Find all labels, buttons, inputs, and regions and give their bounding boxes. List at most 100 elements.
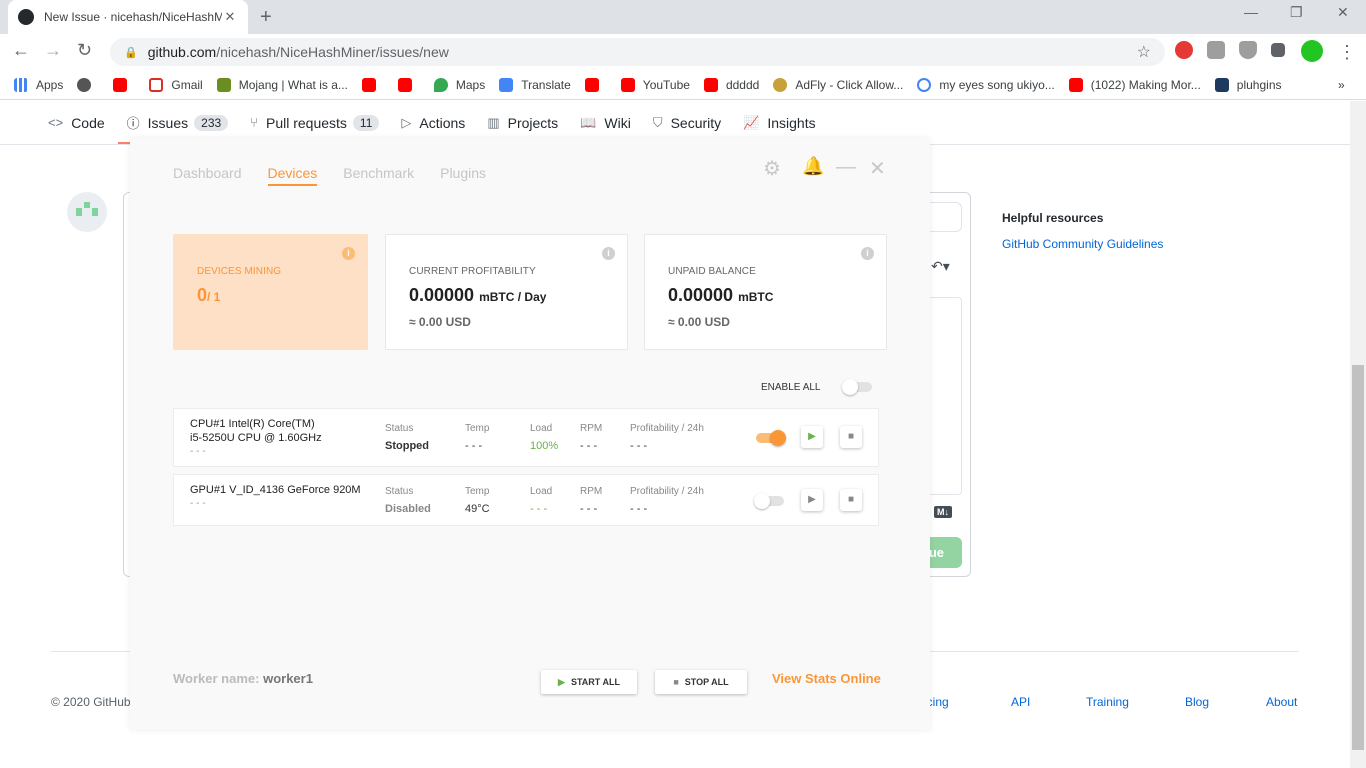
issues-counter: 233 bbox=[194, 114, 229, 131]
profitability-value: 0.00000 bbox=[409, 285, 475, 305]
start-all-button[interactable]: ▶ START ALL bbox=[541, 670, 637, 694]
nav-issues[interactable]: ⓘ Issues 233 bbox=[127, 113, 229, 132]
extension-icon[interactable] bbox=[1207, 41, 1225, 59]
user-avatar bbox=[67, 192, 107, 232]
forward-icon[interactable]: → bbox=[44, 40, 62, 61]
close-window-icon[interactable]: ✕ bbox=[1337, 4, 1349, 21]
device-enable-toggle[interactable] bbox=[754, 493, 784, 509]
device-row-gpu: GPU#1 V_ID_4136 GeForce 920M - - - Statu… bbox=[173, 474, 879, 526]
devices-mining-card: i DEVICES MINING 0/ 1 bbox=[173, 234, 368, 350]
nav-code[interactable]: <> Code bbox=[48, 115, 105, 131]
minimize-icon[interactable]: — bbox=[1244, 4, 1258, 20]
tab-benchmark[interactable]: Benchmark bbox=[343, 165, 414, 186]
reload-icon[interactable]: ↻ bbox=[77, 40, 92, 61]
worker-value: worker1 bbox=[263, 671, 313, 686]
close-window-icon[interactable]: ✕ bbox=[869, 156, 886, 181]
enable-all-toggle[interactable] bbox=[842, 379, 872, 395]
bookmark-ddddd[interactable]: ddddd bbox=[703, 77, 759, 92]
bookmark-google-search[interactable]: my eyes song ukiyo... bbox=[917, 77, 1055, 92]
nicehash-window: Dashboard Devices Benchmark Plugins ⚙ 🔔 … bbox=[130, 138, 930, 730]
bookmark-gmail[interactable]: Gmail bbox=[149, 77, 203, 92]
devices-mining-value: 0 bbox=[197, 285, 208, 305]
stop-device-button[interactable]: ■ bbox=[840, 426, 862, 448]
footer-link-training[interactable]: Training bbox=[1086, 695, 1129, 709]
nav-wiki[interactable]: 📖 Wiki bbox=[580, 115, 631, 131]
extensions-puzzle-icon[interactable] bbox=[1271, 43, 1285, 57]
close-tab-icon[interactable]: ✕ bbox=[222, 9, 238, 25]
load-value: 100% bbox=[530, 440, 559, 452]
temp-value: - - - bbox=[465, 440, 483, 452]
menu-icon[interactable]: ⋮ bbox=[1338, 42, 1356, 63]
info-icon[interactable]: i bbox=[342, 247, 355, 260]
new-tab-button[interactable]: + bbox=[260, 6, 272, 29]
cube-icon bbox=[1214, 77, 1229, 92]
status-col-label: Status bbox=[385, 486, 414, 497]
start-device-button[interactable]: ▶ bbox=[801, 489, 823, 511]
devices-mining-label: DEVICES MINING bbox=[197, 266, 282, 277]
footer-copyright: © 2020 GitHub bbox=[51, 695, 131, 709]
bookmark-pluhgins[interactable]: pluhgins bbox=[1214, 77, 1282, 92]
back-icon[interactable]: ← bbox=[12, 40, 30, 61]
unpaid-balance-card: i UNPAID BALANCE 0.00000 mBTC ≈ 0.00 USD bbox=[644, 234, 887, 350]
stop-all-button[interactable]: ■ STOP ALL bbox=[655, 670, 747, 694]
bookmark-youtube-2[interactable] bbox=[361, 77, 384, 92]
balance-unit: mBTC bbox=[738, 290, 774, 304]
youtube-icon bbox=[584, 77, 599, 92]
bookmark-globe[interactable] bbox=[77, 77, 99, 92]
bookmark-star-icon[interactable]: ☆ bbox=[1137, 42, 1151, 62]
adblock-extension-icon[interactable] bbox=[1175, 41, 1193, 59]
reply-dropdown-icon[interactable]: ↶▾ bbox=[931, 258, 950, 275]
footer-link-api[interactable]: API bbox=[1011, 695, 1030, 709]
device-row-cpu: CPU#1 Intel(R) Core(TM) i5-5250U CPU @ 1.… bbox=[173, 408, 879, 467]
nav-projects[interactable]: ▥ Projects bbox=[487, 115, 558, 131]
footer-link-blog[interactable]: Blog bbox=[1185, 695, 1209, 709]
tab-devices[interactable]: Devices bbox=[267, 165, 318, 186]
status-col-label: Status bbox=[385, 423, 414, 434]
stop-device-button[interactable]: ■ bbox=[840, 489, 862, 511]
footer-link-about[interactable]: About bbox=[1266, 695, 1297, 709]
nav-insights[interactable]: 📈 Insights bbox=[743, 115, 815, 131]
settings-gear-icon[interactable]: ⚙ bbox=[763, 156, 781, 181]
device-sub-value: - - - bbox=[190, 498, 206, 509]
more-bookmarks-icon[interactable]: » bbox=[1338, 78, 1345, 92]
bookmark-youtube[interactable] bbox=[113, 77, 135, 92]
bookmark-youtube-4[interactable] bbox=[584, 77, 607, 92]
device-enable-toggle[interactable] bbox=[756, 430, 786, 446]
nav-security[interactable]: ⛉ Security bbox=[653, 115, 721, 131]
view-stats-online-link[interactable]: View Stats Online bbox=[772, 671, 881, 686]
shield-extension-icon[interactable] bbox=[1239, 41, 1257, 59]
restore-icon[interactable]: ❐ bbox=[1290, 4, 1303, 21]
bookmark-maps[interactable]: Maps bbox=[433, 77, 485, 92]
nav-pull-requests[interactable]: ⑂ Pull requests 11 bbox=[250, 114, 380, 131]
load-value: - - - bbox=[530, 503, 548, 515]
browser-tab[interactable]: New Issue · nicehash/NiceHashM ✕ bbox=[8, 0, 248, 34]
bookmark-translate[interactable]: Translate bbox=[499, 77, 571, 92]
youtube-icon bbox=[361, 77, 376, 92]
start-device-button[interactable]: ▶ bbox=[801, 426, 823, 448]
worker-label: Worker name: bbox=[173, 671, 260, 686]
bookmark-mojang[interactable]: Mojang | What is a... bbox=[216, 77, 348, 92]
minimize-window-icon[interactable]: — bbox=[836, 156, 856, 179]
enable-all-label: ENABLE ALL bbox=[761, 382, 821, 393]
scrollbar-thumb[interactable] bbox=[1352, 365, 1364, 750]
info-icon[interactable]: i bbox=[861, 247, 874, 260]
community-guidelines-link[interactable]: GitHub Community Guidelines bbox=[1002, 237, 1163, 251]
profile-avatar[interactable] bbox=[1301, 40, 1323, 62]
bookmark-adfly[interactable]: AdFly - Click Allow... bbox=[773, 77, 903, 92]
bookmark-youtube-making[interactable]: (1022) Making Mor... bbox=[1068, 77, 1201, 92]
balance-label: UNPAID BALANCE bbox=[668, 266, 756, 277]
youtube-icon bbox=[620, 77, 635, 92]
info-icon[interactable]: i bbox=[602, 247, 615, 260]
youtube-icon bbox=[397, 77, 412, 92]
tab-dashboard[interactable]: Dashboard bbox=[173, 165, 242, 186]
bee-icon bbox=[773, 77, 788, 92]
rpm-col-label: RPM bbox=[580, 423, 603, 434]
notification-bell-icon[interactable]: 🔔 bbox=[802, 156, 824, 177]
youtube-icon bbox=[703, 77, 718, 92]
bookmark-apps[interactable]: Apps bbox=[14, 77, 63, 92]
nav-actions[interactable]: ▷ Actions bbox=[401, 115, 465, 131]
tab-plugins[interactable]: Plugins bbox=[440, 165, 486, 186]
bookmark-youtube-main[interactable]: YouTube bbox=[620, 77, 690, 92]
bookmark-youtube-3[interactable] bbox=[397, 77, 420, 92]
address-bar[interactable]: 🔒 github.com /nicehash/NiceHashMiner/iss… bbox=[110, 38, 1165, 66]
